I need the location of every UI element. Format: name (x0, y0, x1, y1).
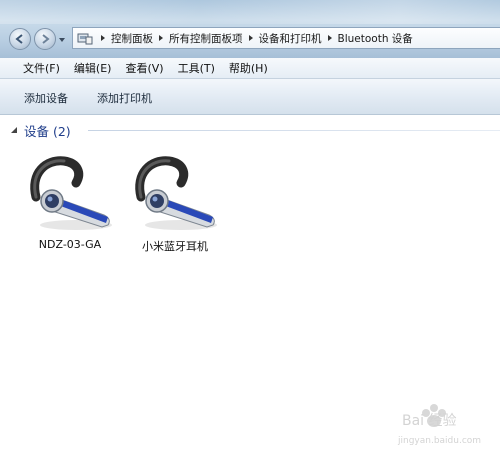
bluetooth-headset-icon (135, 156, 217, 230)
breadcrumb-bluetooth-devices[interactable]: Bluetooth 设备 (338, 31, 413, 46)
menu-file[interactable]: 文件(F) (23, 60, 60, 76)
back-button[interactable] (9, 28, 31, 50)
bluetooth-headset-icon (30, 156, 112, 230)
breadcrumb-separator-icon[interactable] (246, 33, 256, 43)
baidu-jingyan-watermark: Bai 经验 jingyan.baidu.com (397, 404, 481, 446)
devices-printers-icon (77, 33, 93, 45)
add-printer-button[interactable]: 添加打印机 (97, 90, 152, 106)
breadcrumb-separator-icon[interactable] (325, 33, 335, 43)
arrow-right-icon (42, 34, 50, 44)
device-item[interactable]: NDZ-03-GA (20, 153, 120, 251)
menu-tools[interactable]: 工具(T) (178, 60, 215, 76)
watermark-brand: Bai 经验 (402, 413, 457, 429)
group-divider (88, 130, 500, 131)
device-name: 小米蓝牙耳机 (142, 240, 208, 253)
breadcrumb-control-panel[interactable]: 控制面板 (111, 31, 153, 46)
devices-group-header[interactable]: 设备 (2) (10, 122, 71, 139)
breadcrumb-devices-and-printers[interactable]: 设备和打印机 (259, 31, 322, 46)
command-bar: 添加设备 添加打印机 (0, 79, 500, 115)
menu-bar: 文件(F) 编辑(E) 查看(V) 工具(T) 帮助(H) (0, 58, 500, 79)
forward-button[interactable] (34, 28, 56, 50)
device-name: NDZ-03-GA (38, 238, 102, 251)
window-titlebar: 控制面板 所有控制面板项 设备和打印机 Bluetooth 设备 (0, 0, 500, 58)
address-bar[interactable]: 控制面板 所有控制面板项 设备和打印机 Bluetooth 设备 (72, 27, 500, 49)
recent-pages-dropdown[interactable] (58, 36, 66, 44)
add-device-button[interactable]: 添加设备 (24, 90, 68, 106)
menu-edit[interactable]: 编辑(E) (74, 60, 112, 76)
arrow-left-icon (15, 34, 23, 44)
devices-group-title: 设备 (2) (24, 123, 71, 139)
breadcrumb-all-control-panel-items[interactable]: 所有控制面板项 (169, 31, 243, 46)
collapse-triangle-icon[interactable] (10, 126, 18, 134)
menu-view[interactable]: 查看(V) (125, 60, 163, 76)
breadcrumb-separator-icon[interactable] (156, 33, 166, 43)
menu-help[interactable]: 帮助(H) (229, 60, 268, 76)
device-item[interactable]: 小米蓝牙耳机 (125, 153, 225, 254)
watermark-url: jingyan.baidu.com (397, 436, 481, 446)
breadcrumb-separator-icon[interactable] (98, 33, 108, 43)
devices-content-pane: 设备 (2) NDZ-03-GA 小米蓝牙耳机 Bai 经验 jingyan.b… (0, 115, 500, 446)
